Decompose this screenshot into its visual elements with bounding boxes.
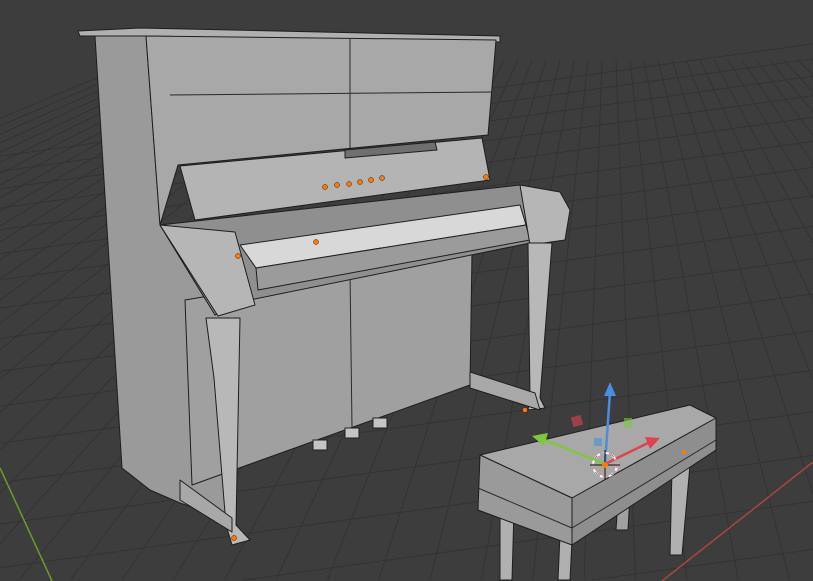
gizmo-xz-plane[interactable] [570,414,584,428]
pedal-left [312,439,328,451]
pedal-middle [344,427,360,439]
grid-line [783,59,813,93]
grid-line [591,548,813,581]
viewport-canvas[interactable] [0,0,813,581]
bench-model[interactable] [477,404,717,581]
grid-line [685,59,813,381]
gizmo-yz-plane[interactable] [624,418,632,428]
grid-line [797,59,813,76]
pedal-right [372,417,388,429]
origin-dot [602,462,608,468]
vertex [682,450,686,454]
grid-line [727,59,813,200]
right-leg [527,242,553,411]
3d-viewport[interactable] [0,0,813,581]
gizmo-xy-plane[interactable] [594,438,602,446]
grid-line [741,59,813,165]
gizmo-z-arrow-icon[interactable] [604,382,616,396]
